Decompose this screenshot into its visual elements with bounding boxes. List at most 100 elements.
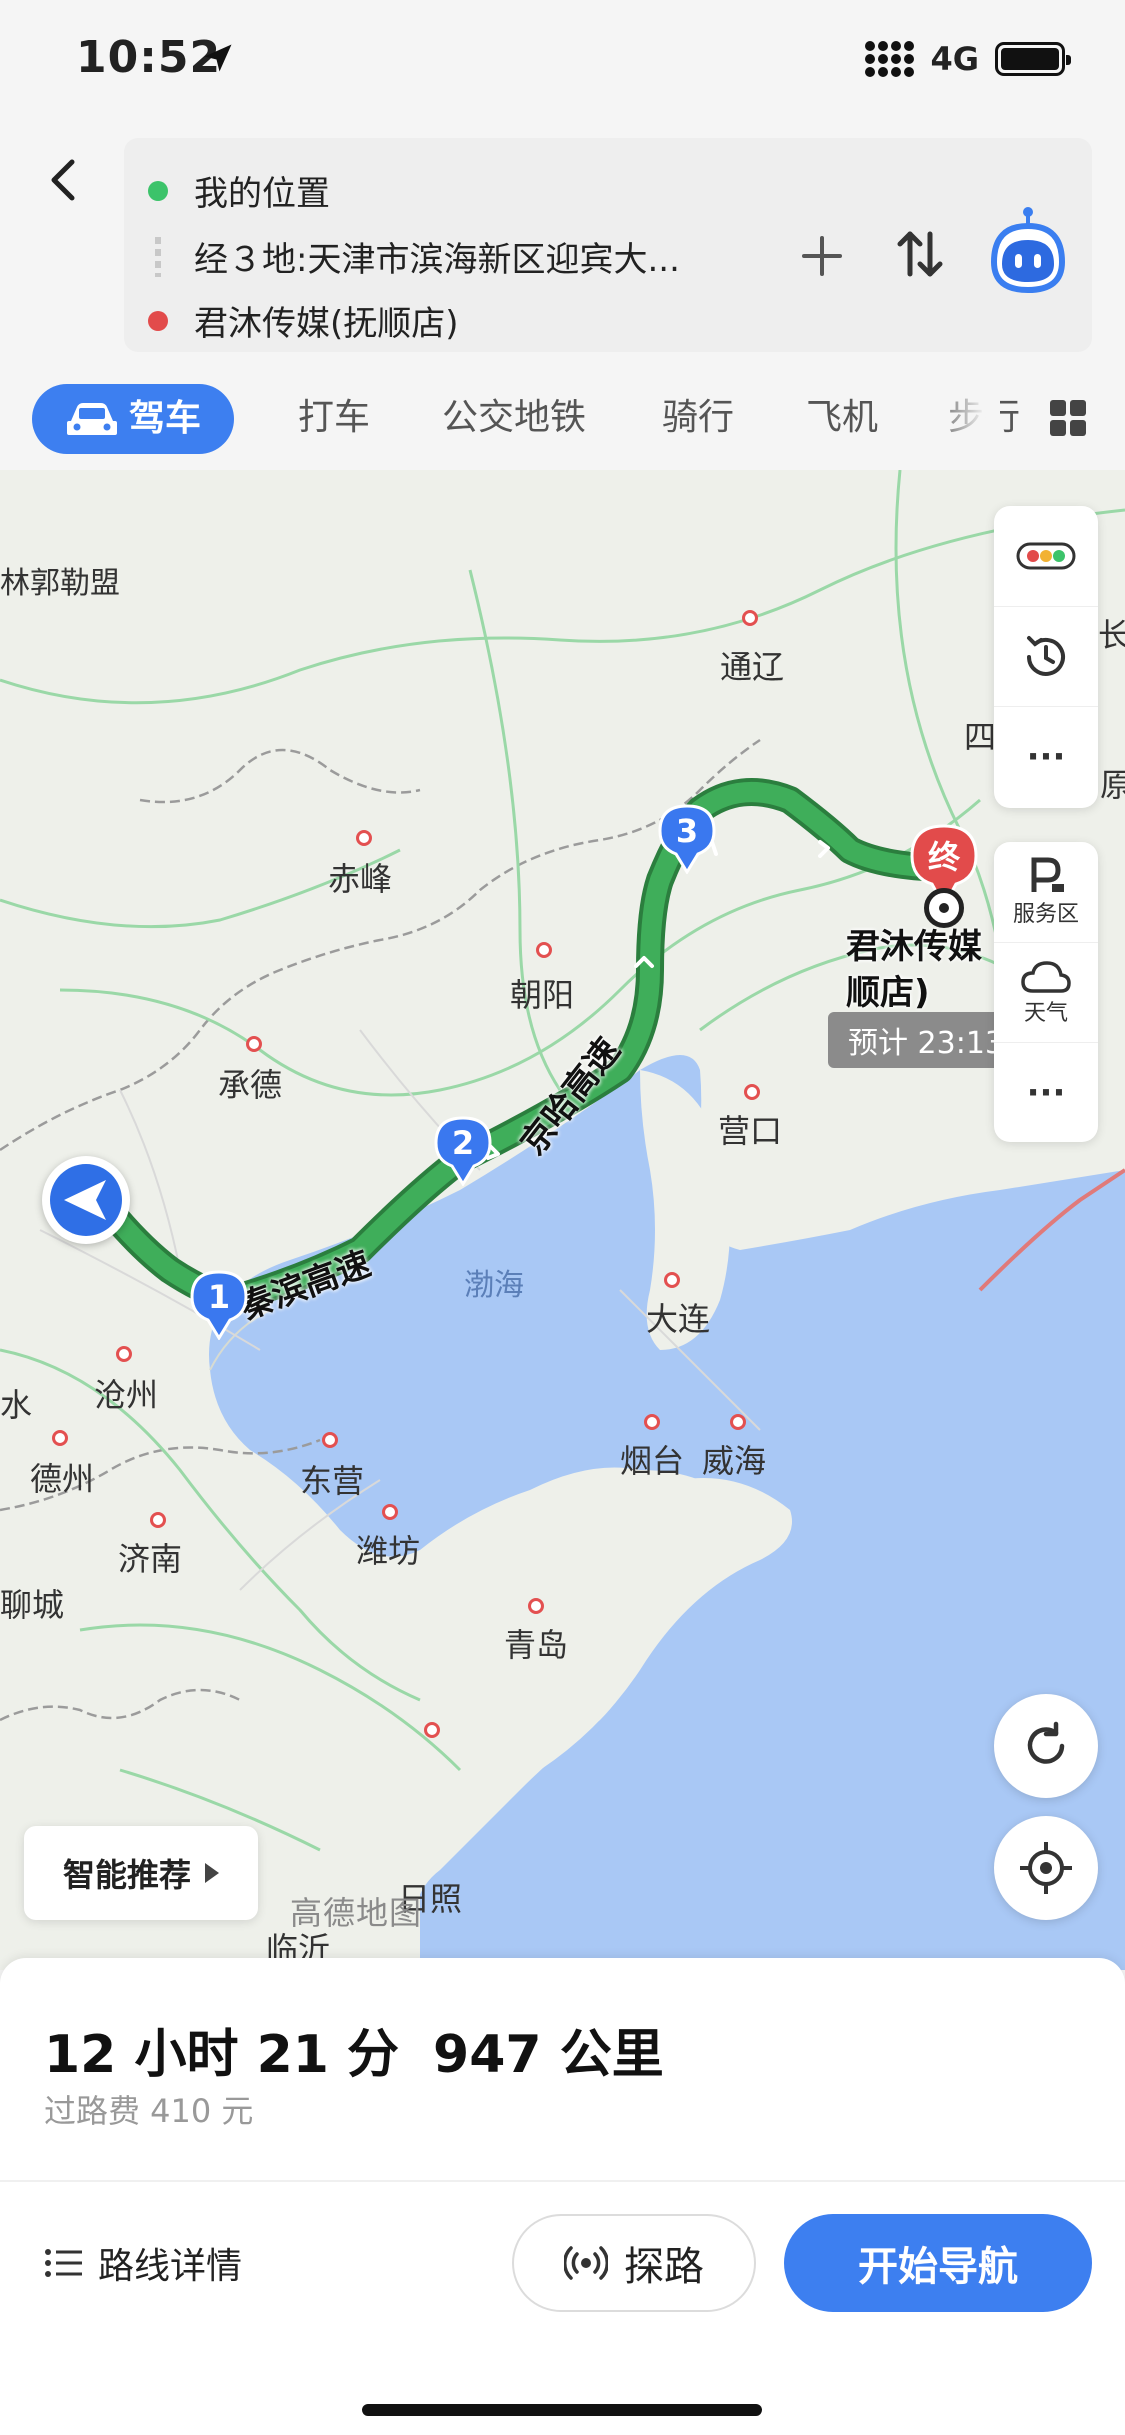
city-dot <box>644 1414 660 1430</box>
city-dot <box>424 1722 440 1738</box>
service-area-button[interactable]: 服务区 <box>994 842 1098 942</box>
tab-cycling[interactable]: 骑行 <box>662 370 734 466</box>
weather-button[interactable]: 天气 <box>994 942 1098 1042</box>
route-details-label: 路线详情 <box>98 2246 243 2287</box>
weather-label: 天气 <box>1023 1000 1068 1026</box>
route-input-box[interactable]: 我的位置 经３地:天津市滨海新区迎宾大... 君沐传媒(抚顺店) <box>124 138 1092 352</box>
status-indicators: 4G <box>865 40 1071 78</box>
route-details-button[interactable]: 路线详情 <box>44 2228 242 2298</box>
smart-recommend-button[interactable]: 智能推荐 <box>24 1826 258 1920</box>
map-tools-panel: ··· <box>994 506 1098 808</box>
waypoint-marker-1[interactable]: 1 <box>190 1268 248 1341</box>
place-label: 济南 <box>118 1540 183 1578</box>
add-waypoint-icon[interactable] <box>792 226 852 286</box>
service-area-label: 服务区 <box>1012 902 1079 927</box>
parking-icon <box>1031 857 1064 892</box>
city-dot <box>246 1036 262 1052</box>
destination-label: 君沐传媒(抚顺店) <box>194 304 459 344</box>
place-label: 聊城 <box>0 1586 65 1624</box>
probe-route-label: 探路 <box>624 2244 704 2290</box>
battery-icon <box>995 42 1071 76</box>
place-label: 大连 <box>646 1300 711 1338</box>
tab-flight[interactable]: 飞机 <box>806 370 878 466</box>
more-route-tools-button[interactable]: ··· <box>994 1042 1098 1142</box>
waypoint-number: 1 <box>207 1278 231 1316</box>
place-label: 原 <box>1100 766 1125 804</box>
city-dot <box>744 1084 760 1100</box>
locate-icon <box>1020 1842 1072 1894</box>
city-dot <box>150 1512 166 1528</box>
map-view[interactable]: 林郭勒盟 通辽 四 长春 原 赤峰 朝阳 承德 营口 渤海 大连 沧州 水 德州… <box>0 470 1125 1970</box>
city-dot <box>356 830 372 846</box>
back-arrow-icon[interactable] <box>36 150 96 210</box>
origin-dot-icon <box>148 180 168 201</box>
origin-row[interactable]: 我的位置 <box>148 166 330 215</box>
route-duration-distance: 12 小时 21 分 947 公里 <box>44 2012 664 2087</box>
refresh-icon <box>1027 1721 1065 1764</box>
tab-transit[interactable]: 公交地铁 <box>442 370 586 466</box>
place-label: 沧州 <box>94 1376 159 1414</box>
swap-route-icon[interactable] <box>890 224 950 284</box>
cloud-icon <box>1021 960 1071 993</box>
via-row[interactable]: 经３地:天津市滨海新区迎宾大... <box>148 232 734 281</box>
smart-recommend-label: 智能推荐 <box>62 1856 191 1894</box>
place-label: 林郭勒盟 <box>0 566 120 601</box>
place-label: 通辽 <box>720 648 785 686</box>
map-watermark: 高德地图 <box>290 1894 423 1932</box>
traffic-toggle[interactable] <box>994 506 1098 606</box>
place-label: 水 <box>0 1386 33 1424</box>
history-button[interactable] <box>994 606 1098 706</box>
refresh-button[interactable] <box>994 1694 1098 1798</box>
tab-drive-label: 驾车 <box>128 398 201 439</box>
triangle-right-icon <box>205 1863 219 1883</box>
city-dot <box>382 1504 398 1520</box>
broadcast-icon <box>564 2246 608 2280</box>
city-dot <box>664 1272 680 1288</box>
home-indicator <box>362 2404 762 2416</box>
start-navigation-button[interactable]: 开始导航 <box>784 2214 1092 2312</box>
divider <box>0 2180 1125 2182</box>
via-label: 经３地:天津市滨海新区迎宾大... <box>194 240 680 280</box>
more-modes-grid-icon[interactable] <box>1050 400 1086 436</box>
place-label: 承德 <box>218 1066 283 1104</box>
waypoint-marker-3[interactable]: 3 <box>658 802 716 875</box>
city-dot <box>742 610 758 626</box>
destination-map-label: 君沐传媒 顺店) <box>846 927 982 1013</box>
sea-label: 渤海 <box>464 1268 524 1303</box>
signal-icon <box>865 41 915 77</box>
car-icon <box>66 403 117 435</box>
city-dot <box>528 1598 544 1614</box>
destination-point-icon <box>924 888 964 928</box>
city-dot <box>116 1346 132 1362</box>
tab-drive[interactable]: 驾车 <box>32 384 234 454</box>
network-type: 4G <box>930 40 979 78</box>
place-label: 长春 <box>1098 616 1125 654</box>
place-label: 潍坊 <box>356 1532 421 1570</box>
more-tools-button[interactable]: ··· <box>994 706 1098 806</box>
map-base <box>0 470 1125 1970</box>
waypoint-marker-2[interactable]: 2 <box>434 1114 492 1187</box>
locate-me-button[interactable] <box>994 1816 1098 1920</box>
tab-taxi[interactable]: 打车 <box>298 370 370 466</box>
end-label: 终 <box>927 838 960 876</box>
place-label: 青岛 <box>504 1626 569 1664</box>
toll-fee: 过路费 410 元 <box>44 2092 254 2130</box>
city-dot <box>730 1414 746 1430</box>
place-label: 德州 <box>30 1460 95 1498</box>
city-dot <box>536 942 552 958</box>
assistant-robot-icon[interactable] <box>982 206 1074 298</box>
travel-mode-tabs: 驾车 打车 公交地铁 骑行 飞机 步行 <box>0 370 1125 466</box>
waypoint-number: 3 <box>675 812 699 850</box>
route-summary-sheet: 12 小时 21 分 947 公里 过路费 410 元 路线详情 探路 开始导航 <box>0 1958 1125 2435</box>
navigation-arrow-icon <box>50 1164 122 1236</box>
status-bar: 10:52 4G <box>0 0 1125 120</box>
probe-route-button[interactable]: 探路 <box>512 2214 756 2312</box>
clock-icon <box>1027 635 1065 676</box>
place-label: 赤峰 <box>328 860 393 898</box>
origin-label: 我的位置 <box>194 174 330 214</box>
destination-row[interactable]: 君沐传媒(抚顺店) <box>148 296 459 345</box>
place-label: 朝阳 <box>510 976 575 1014</box>
place-label: 烟台 <box>620 1442 685 1480</box>
route-tools-panel: 服务区 天气 ··· <box>994 842 1098 1142</box>
place-label: 东营 <box>300 1462 365 1500</box>
